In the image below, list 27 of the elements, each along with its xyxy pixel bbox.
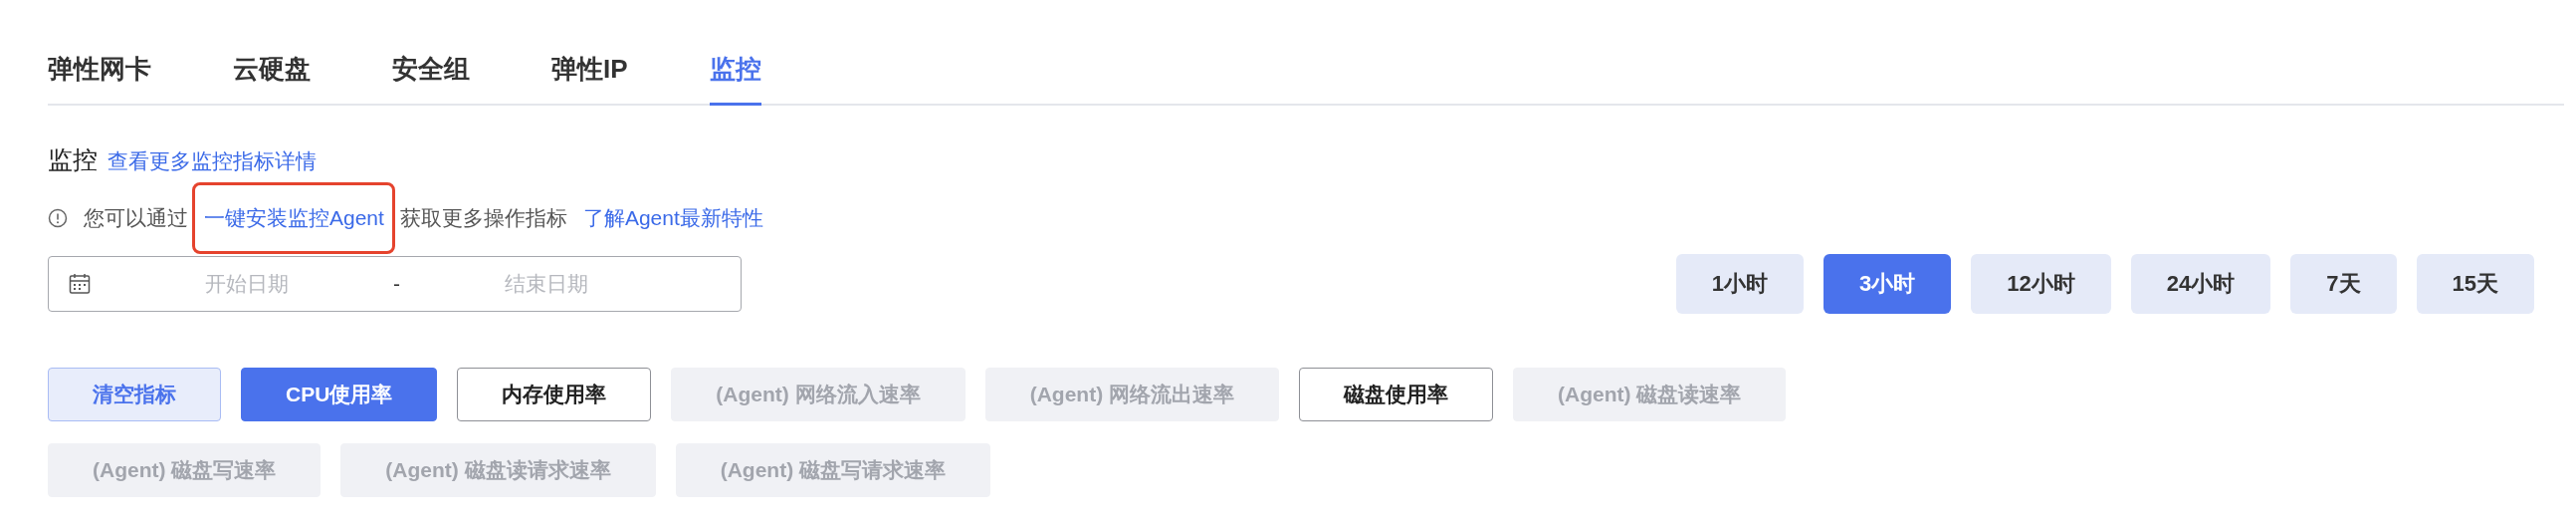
notice-text: 您可以通过: [84, 205, 188, 231]
date-range-field[interactable]: 开始日期 - 结束日期: [48, 256, 742, 312]
tab[interactable]: 弹性IP: [551, 52, 628, 106]
tab[interactable]: 云硬盘: [233, 52, 311, 106]
metric-button[interactable]: 磁盘使用率: [1299, 368, 1493, 421]
tab[interactable]: 安全组: [392, 52, 470, 106]
details-link[interactable]: 查看更多监控指标详情: [107, 147, 317, 175]
tab[interactable]: 监控: [709, 52, 761, 106]
time-range-button[interactable]: 3小时: [1824, 254, 1952, 314]
time-range-button[interactable]: 24小时: [2130, 254, 2271, 314]
notice-text: 获取更多操作指标: [399, 205, 567, 231]
info-icon: [48, 208, 68, 228]
notice-link[interactable]: 一键安装监控Agent: [204, 206, 384, 229]
time-range-button[interactable]: 1小时: [1675, 254, 1805, 314]
metric-button[interactable]: CPU使用率: [241, 368, 438, 421]
time-range-button[interactable]: 12小时: [1971, 254, 2111, 314]
time-range-button[interactable]: 15天: [2416, 254, 2534, 314]
date-separator: -: [393, 272, 400, 296]
notice-link[interactable]: 了解Agent最新特性: [582, 206, 763, 229]
calendar-icon: [69, 273, 91, 295]
end-date-input[interactable]: 结束日期: [430, 271, 663, 297]
tab[interactable]: 弹性网卡: [48, 52, 151, 106]
section-title: 监控: [48, 144, 98, 175]
start-date-input[interactable]: 开始日期: [130, 271, 363, 297]
clear-metrics-button[interactable]: 清空指标: [48, 368, 221, 421]
time-range-button[interactable]: 7天: [2290, 254, 2397, 314]
metric-button[interactable]: 内存使用率: [457, 368, 652, 421]
